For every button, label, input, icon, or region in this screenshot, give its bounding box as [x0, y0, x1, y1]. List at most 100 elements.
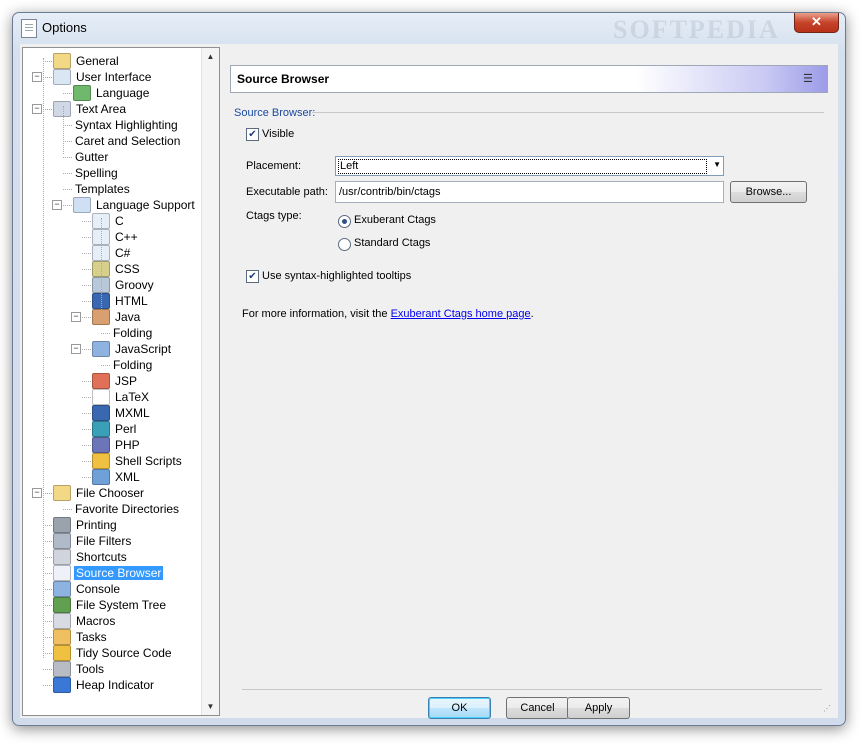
- ok-button[interactable]: OK: [428, 697, 491, 719]
- tree-item-xml[interactable]: XML: [92, 468, 142, 485]
- ctags-home-page-link[interactable]: Exuberant Ctags home page: [391, 308, 531, 320]
- tree-item-tools[interactable]: Tools: [53, 660, 106, 677]
- text-area-icon: [53, 100, 71, 117]
- tree-item-javascript[interactable]: JavaScript: [92, 340, 173, 357]
- executable-path-input[interactable]: [336, 182, 722, 202]
- tree-item-general[interactable]: General: [53, 52, 121, 69]
- tree-item-text-area[interactable]: Text Area: [53, 100, 128, 117]
- tree-item-shortcuts[interactable]: Shortcuts: [53, 548, 129, 565]
- tree-item-css[interactable]: CSS: [92, 260, 142, 277]
- radio-standard-ctags[interactable]: [338, 238, 351, 251]
- title-bar[interactable]: Options SOFTPEDIA ✕: [13, 13, 845, 44]
- tree-icon: [53, 596, 71, 613]
- tree-item-perl[interactable]: Perl: [92, 420, 138, 437]
- tree-item-mxml[interactable]: MXML: [92, 404, 152, 421]
- tree-item-source-browser[interactable]: Source Browser: [53, 564, 164, 581]
- tree-item-macros[interactable]: Macros: [53, 612, 117, 629]
- tree-collapse-icon[interactable]: −: [32, 104, 42, 114]
- tree-connector: [82, 413, 91, 414]
- tree-connector: [43, 109, 52, 110]
- filter-icon: [53, 532, 71, 549]
- tree-item-label: User Interface: [76, 70, 152, 84]
- mxml-icon: [92, 404, 110, 421]
- tree-collapse-icon[interactable]: −: [32, 72, 42, 82]
- tree-item-templates[interactable]: Templates: [73, 181, 132, 197]
- tree-item-label: JavaScript: [115, 342, 172, 356]
- tree-item-php[interactable]: PHP: [92, 436, 142, 453]
- tree-connector: [82, 397, 91, 398]
- tree-item-caret-and-selection[interactable]: Caret and Selection: [73, 133, 182, 149]
- scroll-down-icon[interactable]: ▼: [202, 698, 219, 715]
- tree-item-label: Favorite Directories: [75, 502, 180, 516]
- tree-item-label: Spelling: [75, 166, 118, 180]
- tree-item-file-system-tree[interactable]: File System Tree: [53, 596, 168, 613]
- tree-connector: [63, 93, 72, 94]
- tree-item-printing[interactable]: Printing: [53, 516, 119, 533]
- tree-item-language-support[interactable]: Language Support: [73, 196, 197, 213]
- executable-path-label: Executable path:: [246, 186, 328, 198]
- tree-item-label: Templates: [75, 182, 130, 196]
- tree-item-file-filters[interactable]: File Filters: [53, 532, 133, 549]
- tree-item-user-interface[interactable]: User Interface: [53, 68, 153, 85]
- lightning-icon: [53, 644, 71, 661]
- tree-connector: [43, 621, 52, 622]
- source-browser-panel: Source Browser ☰ Source Browser: ✔ Visib…: [230, 44, 836, 719]
- tree-item-label: Source Browser: [74, 566, 164, 580]
- tree-item-c[interactable]: C: [92, 212, 126, 229]
- tree-item-label: Language: [96, 86, 150, 100]
- camel-icon: [92, 420, 110, 437]
- cancel-button[interactable]: Cancel: [506, 697, 569, 719]
- browse-button[interactable]: Browse...: [730, 181, 807, 203]
- scroll-up-icon[interactable]: ▲: [202, 48, 219, 65]
- tree-item-shell-scripts[interactable]: Shell Scripts: [92, 452, 184, 469]
- radio-exuberant-ctags[interactable]: [338, 215, 351, 228]
- tree-item-label: File Filters: [76, 534, 132, 548]
- info-prefix: For more information, visit the: [242, 308, 391, 320]
- tree-item-c[interactable]: C#: [92, 244, 132, 261]
- tree-item-folding[interactable]: Folding: [111, 357, 154, 373]
- tree-item-console[interactable]: Console: [53, 580, 122, 597]
- tree-scrollbar[interactable]: ▲ ▼: [201, 48, 219, 715]
- tree-item-gutter[interactable]: Gutter: [73, 149, 110, 165]
- tree-collapse-icon[interactable]: −: [71, 312, 81, 322]
- list-icon: ☰: [803, 73, 813, 85]
- tree-item-favorite-directories[interactable]: Favorite Directories: [73, 501, 181, 517]
- apply-button[interactable]: Apply: [567, 697, 630, 719]
- placement-select[interactable]: Left ▼: [335, 156, 724, 176]
- tree-item-label: MXML: [115, 406, 150, 420]
- tree-item-spelling[interactable]: Spelling: [73, 165, 120, 181]
- tree-connector: [43, 573, 52, 574]
- standard-ctags-label: Standard Ctags: [354, 237, 431, 249]
- tree-connector: [43, 637, 52, 638]
- latex-icon: [92, 388, 110, 405]
- tree-item-heap-indicator[interactable]: Heap Indicator: [53, 676, 156, 693]
- chevron-down-icon[interactable]: ▼: [713, 160, 721, 169]
- resize-grip-icon[interactable]: ⋰: [823, 705, 833, 716]
- tree-item-folding[interactable]: Folding: [111, 325, 154, 341]
- visible-checkbox[interactable]: ✔: [246, 128, 259, 141]
- tree-item-latex[interactable]: LaTeX: [92, 388, 151, 405]
- penguin-icon: [92, 452, 110, 469]
- tree-item-label: Shortcuts: [76, 550, 127, 564]
- tree-item-label: Caret and Selection: [75, 134, 181, 148]
- tree-item-c[interactable]: C++: [92, 228, 140, 245]
- tree-item-label: Macros: [76, 614, 116, 628]
- tree-item-jsp[interactable]: JSP: [92, 372, 139, 389]
- tooltips-checkbox[interactable]: ✔: [246, 270, 259, 283]
- tree-connector: [43, 493, 52, 494]
- tree-item-syntax-highlighting[interactable]: Syntax Highlighting: [73, 117, 180, 133]
- tree-collapse-icon[interactable]: −: [52, 200, 62, 210]
- tree-connector: [101, 218, 102, 314]
- tree-item-java[interactable]: Java: [92, 308, 142, 325]
- tree-collapse-icon[interactable]: −: [71, 344, 81, 354]
- tree-collapse-icon[interactable]: −: [32, 488, 42, 498]
- close-button[interactable]: ✕: [794, 13, 839, 33]
- executable-path-field[interactable]: [335, 181, 724, 203]
- tree-item-tidy-source-code[interactable]: Tidy Source Code: [53, 644, 174, 661]
- tree-item-language[interactable]: Language: [73, 84, 151, 101]
- macro-icon: [53, 612, 71, 629]
- tree-item-file-chooser[interactable]: File Chooser: [53, 484, 146, 501]
- tree-item-label: Console: [76, 582, 121, 596]
- tree-connector: [82, 429, 91, 430]
- tree-item-tasks[interactable]: Tasks: [53, 628, 109, 645]
